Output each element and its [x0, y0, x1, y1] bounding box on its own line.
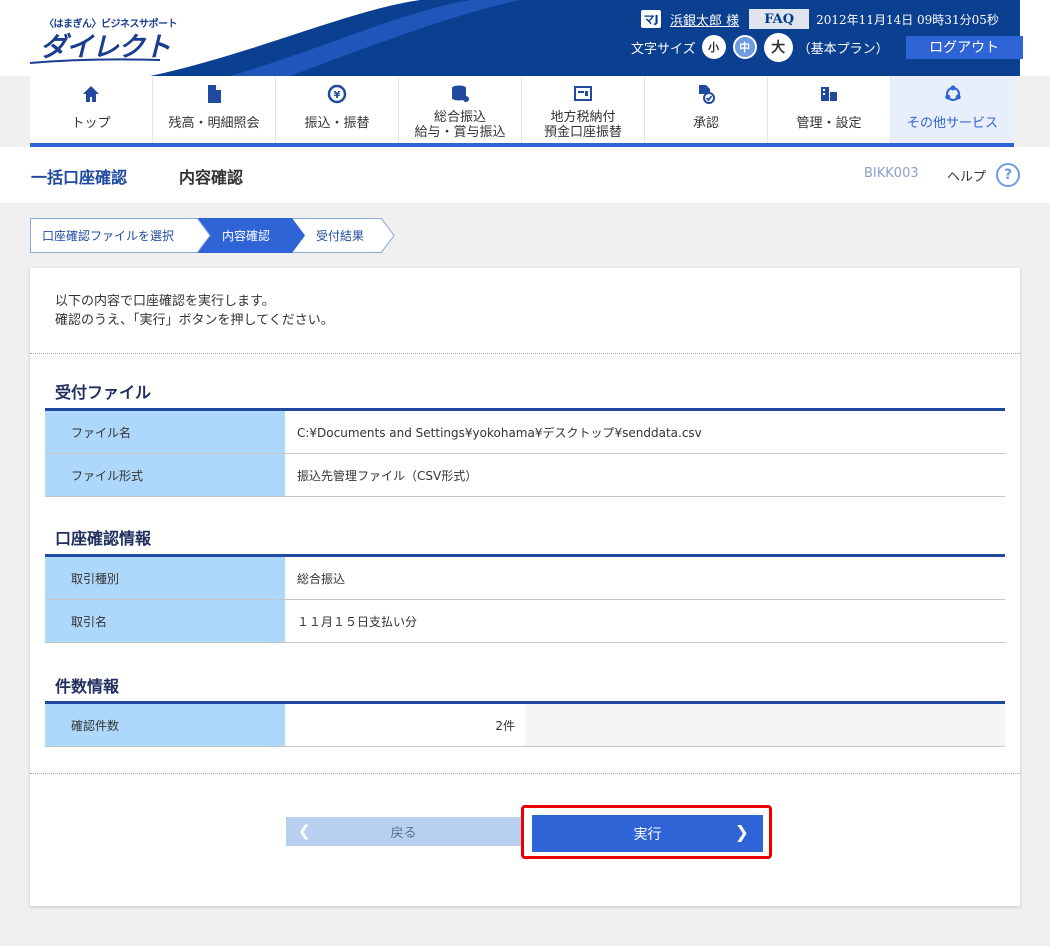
step-arrow-icon — [292, 218, 305, 253]
chevron-left-icon: ❮ — [298, 822, 311, 840]
row-label: ファイル形式 — [45, 454, 285, 496]
nav-transfer[interactable]: ¥ 振込・振替 — [276, 76, 399, 143]
nav-label-2: 預金口座振替 — [543, 125, 622, 140]
user-name-link[interactable]: 浜銀太郎 様 — [670, 10, 739, 29]
step-arrow-icon — [197, 218, 211, 253]
file-table: ファイル名 C:¥Documents and Settings¥yokohama… — [45, 408, 1005, 497]
row-label: 取引名 — [45, 600, 285, 642]
row-value: C:¥Documents and Settings¥yokohama¥デスクトッ… — [285, 411, 1005, 453]
execute-button-label: 実行 — [633, 826, 662, 843]
account-table: 取引種別 総合振込 取引名 １１月１５日支払い分 — [45, 554, 1005, 643]
step-arrow-icon — [381, 218, 395, 253]
approve-icon — [696, 84, 716, 104]
document-icon — [204, 84, 224, 104]
page-title: 一括口座確認 — [31, 168, 128, 187]
nav-label: トップ — [71, 116, 111, 131]
yen-transfer-icon: ¥ — [327, 84, 347, 104]
intro-line-2: 確認のうえ、「実行」ボタンを押してください。 — [55, 313, 334, 328]
nav-approve[interactable]: 承認 — [645, 76, 768, 143]
page-title-bar: 一括口座確認 内容確認 BIKK003 ヘルプ ? — [0, 147, 1050, 203]
nav-label: 管理・設定 — [796, 116, 862, 131]
brand-swoosh-icon — [30, 58, 160, 64]
nav-label: 承認 — [692, 116, 719, 131]
divider — [30, 773, 1020, 774]
faq-button[interactable]: FAQ — [749, 9, 810, 29]
table-row: 確認件数 2件 — [45, 704, 1005, 747]
nav-settings[interactable]: 管理・設定 — [768, 76, 891, 143]
step-label: 受付結果 — [316, 229, 365, 243]
intro-text: 以下の内容で口座確認を実行します。 確認のうえ、「実行」ボタンを押してください。 — [55, 292, 334, 330]
user-icon: マJ — [641, 10, 661, 28]
settings-icon — [819, 84, 839, 104]
step-confirm: 内容確認 — [197, 218, 292, 253]
row-value: 総合振込 — [285, 557, 1005, 599]
plan-label: （基本プラン） — [797, 41, 889, 57]
table-row: ファイル形式 振込先管理ファイル（CSV形式） — [45, 454, 1005, 497]
nav-local-tax[interactable]: 地方税納付 預金口座振替 — [522, 76, 645, 143]
home-icon — [81, 84, 101, 104]
row-value: 2件 — [285, 704, 525, 746]
row-label: 取引種別 — [45, 557, 285, 599]
step-result: 受付結果 — [292, 218, 395, 253]
intro-line-1: 以下の内容で口座確認を実行します。 — [55, 294, 275, 309]
count-section-title: 件数情報 — [55, 677, 120, 696]
font-large-button[interactable]: 大 — [763, 32, 793, 62]
other-services-icon — [943, 84, 963, 104]
divider — [30, 353, 1020, 354]
back-button-label: 戻る — [390, 826, 417, 841]
step-select-file: 口座確認ファイルを選択 — [30, 218, 198, 253]
progress-steps: 口座確認ファイルを選択 内容確認 受付結果 — [30, 218, 395, 253]
svg-text:¥: ¥ — [334, 90, 341, 101]
table-row: 取引種別 総合振込 — [45, 557, 1005, 600]
nav-label-2: 給与・賞与振込 — [414, 125, 506, 140]
login-datetime: 2012年11月14日 09時31分05秒 — [816, 12, 999, 27]
nav-label: 振込・振替 — [304, 116, 370, 131]
nav-top[interactable]: トップ — [30, 76, 153, 143]
font-small-button[interactable]: 小 — [701, 35, 726, 59]
logout-button[interactable]: ログアウト — [905, 35, 1023, 59]
help-link[interactable]: ヘルプ — [947, 166, 986, 185]
row-value: １１月１５日支払い分 — [285, 600, 1005, 642]
tax-icon — [573, 84, 593, 104]
step-label: 内容確認 — [222, 229, 271, 243]
nav-label: 総合振込 — [433, 110, 486, 125]
step-label: 口座確認ファイルを選択 — [42, 229, 175, 243]
table-row: 取引名 １１月１５日支払い分 — [45, 600, 1005, 643]
header: 〈はまぎん〉ビジネスサポート ダイレクト マJ 浜銀太郎 様 FAQ 2012年… — [0, 0, 1050, 76]
user-info: マJ 浜銀太郎 様 FAQ 2012年11月14日 09時31分05秒 — [641, 9, 999, 29]
page-subtitle: 内容確認 — [179, 168, 244, 187]
chevron-right-icon: ❯ — [734, 823, 749, 843]
back-button[interactable]: ❮ 戻る — [286, 817, 521, 846]
row-filler — [525, 704, 1005, 746]
help-icon[interactable]: ? — [996, 163, 1020, 187]
execute-button[interactable]: 実行 ❯ — [532, 815, 763, 852]
screen-code: BIKK003 — [864, 166, 919, 181]
nav-other-services[interactable]: その他サービス — [891, 76, 1014, 143]
count-table: 確認件数 2件 — [45, 701, 1005, 747]
row-label: 確認件数 — [45, 704, 285, 746]
nav-balance[interactable]: 残高・明細照会 — [153, 76, 276, 143]
file-section-title: 受付ファイル — [55, 383, 152, 402]
font-size-controls: 文字サイズ 小 中 大 （基本プラン） ログアウト — [631, 32, 1023, 62]
nav-label: 残高・明細照会 — [168, 116, 260, 131]
coins-icon — [450, 84, 470, 104]
nav-label: 地方税納付 — [550, 110, 616, 125]
row-label: ファイル名 — [45, 411, 285, 453]
main-nav: トップ 残高・明細照会 ¥ 振込・振替 総合振込 給与・賞与振込 地方税納付 預… — [30, 76, 1014, 147]
nav-label: その他サービス — [906, 116, 998, 131]
content-panel: 以下の内容で口座確認を実行します。 確認のうえ、「実行」ボタンを押してください。… — [30, 268, 1020, 906]
font-size-label: 文字サイズ — [631, 41, 696, 57]
execute-highlight: 実行 ❯ — [521, 805, 772, 859]
account-section-title: 口座確認情報 — [55, 529, 152, 548]
font-medium-button[interactable]: 中 — [732, 35, 757, 59]
row-value: 振込先管理ファイル（CSV形式） — [285, 454, 1005, 496]
table-row: ファイル名 C:¥Documents and Settings¥yokohama… — [45, 411, 1005, 454]
nav-bulk-transfer[interactable]: 総合振込 給与・賞与振込 — [399, 76, 522, 143]
